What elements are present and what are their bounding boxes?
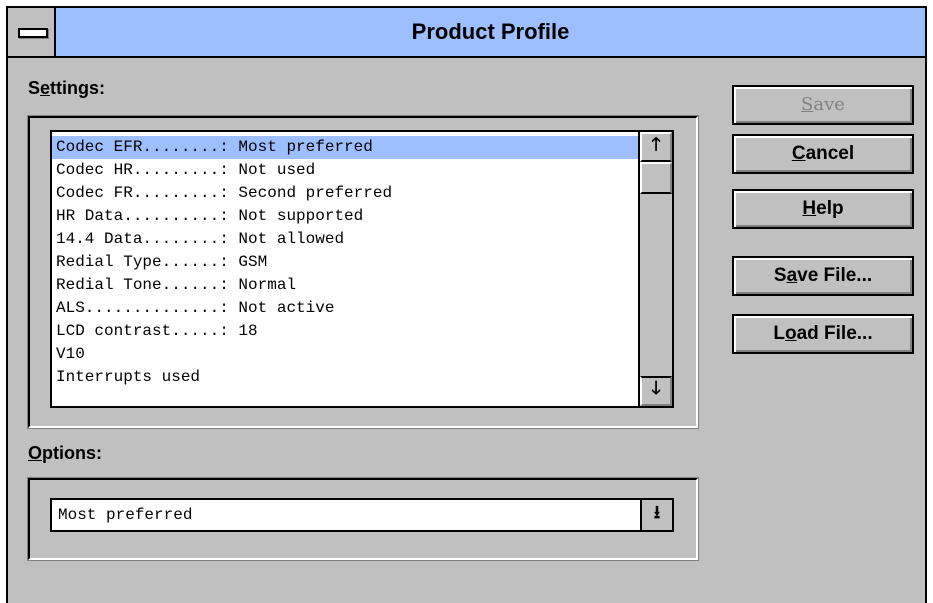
settings-list-item[interactable]: Codec EFR........: Most preferred — [52, 136, 642, 159]
settings-list-item[interactable]: Codec HR.........: Not used — [52, 159, 642, 182]
help-button[interactable]: Help — [732, 189, 914, 229]
arrow-down-icon: 🡓 — [651, 380, 661, 400]
save-file-button[interactable]: Save File... — [732, 256, 914, 296]
settings-list-item[interactable]: HR Data..........: Not supported — [52, 205, 642, 228]
save-button[interactable]: Save — [732, 85, 914, 125]
options-dropdown[interactable]: Most preferred ⭳ — [50, 498, 674, 532]
settings-list-item[interactable]: 14.4 Data........: Not allowed — [52, 228, 642, 251]
settings-label: Settings: — [28, 78, 106, 98]
settings-list-item[interactable]: V10 — [52, 343, 642, 366]
dropdown-arrow-icon: ⭳ — [653, 504, 661, 524]
settings-list-item[interactable]: Redial Tone......: Normal — [52, 274, 642, 297]
product-profile-window: Product Profile Settings: Codec EFR.....… — [6, 6, 927, 603]
settings-list-item[interactable]: Redial Type......: GSM — [52, 251, 642, 274]
settings-list-item[interactable]: LCD contrast.....: 18 — [52, 320, 642, 343]
settings-listbox[interactable]: Codec EFR........: Most preferred Codec H… — [50, 130, 674, 408]
scroll-down-button[interactable]: 🡓 — [640, 376, 672, 406]
scroll-thumb[interactable] — [640, 162, 672, 194]
scroll-up-button[interactable]: 🡑 — [640, 132, 672, 162]
system-menu-icon — [18, 28, 48, 38]
system-menu-button[interactable] — [8, 8, 56, 56]
title-bar: Product Profile — [8, 8, 925, 58]
load-file-button[interactable]: Load File... — [732, 314, 914, 354]
settings-list-item[interactable]: Codec FR.........: Second preferred — [52, 182, 642, 205]
settings-list-item[interactable]: Interrupts used — [52, 366, 642, 389]
cancel-button[interactable]: Cancel — [732, 134, 914, 174]
options-value: Most preferred — [58, 506, 193, 524]
arrow-up-icon: 🡑 — [651, 136, 661, 156]
dropdown-button[interactable]: ⭳ — [640, 500, 672, 530]
window-title: Product Profile — [411, 19, 570, 44]
options-label: Options: — [28, 443, 103, 463]
settings-scrollbar[interactable]: 🡑 🡓 — [638, 132, 672, 406]
settings-list-item[interactable]: ALS..............: Not active — [52, 297, 642, 320]
